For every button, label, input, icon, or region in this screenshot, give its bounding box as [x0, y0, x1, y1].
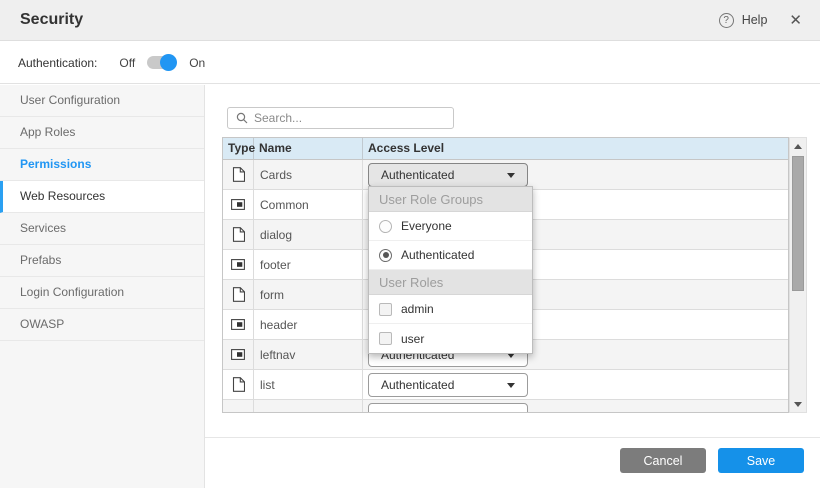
page-title: Security [20, 11, 83, 29]
resource-name: Cards [254, 160, 363, 189]
scroll-down-icon[interactable] [790, 397, 806, 411]
toggle-on-label: On [189, 56, 205, 70]
resource-name: Common [254, 190, 363, 219]
access-level-value: Authenticated [381, 168, 454, 182]
save-button[interactable]: Save [718, 448, 804, 473]
search-input[interactable] [254, 111, 453, 125]
dropdown-option-authenticated[interactable]: Authenticated [369, 241, 532, 270]
dropdown-group-header: User Role Groups [369, 187, 532, 212]
authentication-bar: Authentication: Off On [0, 42, 820, 84]
radio-icon[interactable] [379, 220, 392, 233]
footer-divider [205, 437, 820, 438]
resource-name: header [254, 310, 363, 339]
column-header-access-level: Access Level [363, 138, 788, 159]
access-level-value: Authenticated [381, 378, 454, 392]
dropdown-option-label: Authenticated [401, 248, 474, 262]
resource-name: list [254, 370, 363, 399]
dropdown-group-header: User Roles [369, 270, 532, 295]
cancel-button[interactable]: Cancel [620, 448, 706, 473]
page-icon [223, 220, 254, 249]
access-level-cell [363, 400, 788, 413]
radio-icon[interactable] [379, 249, 392, 262]
resource-name: footer [254, 250, 363, 279]
checkbox-icon[interactable] [379, 303, 392, 316]
scroll-up-icon[interactable] [790, 139, 806, 153]
dropdown-option-label: Everyone [401, 219, 452, 233]
access-level-select[interactable]: Authenticated [368, 373, 528, 397]
access-level-select[interactable] [368, 403, 528, 414]
resource-name: leftnav [254, 340, 363, 369]
table-header-row: Type Name Access Level [223, 138, 788, 160]
page-icon [223, 160, 254, 189]
sidebar-item-services[interactable]: Services [0, 213, 204, 245]
sidebar: User ConfigurationApp RolesPermissionsWe… [0, 85, 205, 488]
scrollbar-thumb[interactable] [792, 156, 804, 291]
partial-page-icon [223, 310, 254, 339]
sidebar-item-owasp[interactable]: OWASP [0, 309, 204, 341]
partial-page-icon [223, 250, 254, 279]
footer-actions: Cancel Save [205, 448, 820, 473]
toggle-knob [160, 54, 177, 71]
column-header-type: Type [223, 138, 254, 159]
dropdown-option-label: user [401, 332, 424, 346]
table-row: list Authenticated [223, 370, 788, 400]
page-icon [223, 370, 254, 399]
access-level-dropdown: User Role Groups Everyone Authenticated Use… [368, 186, 533, 354]
partial-page-icon [223, 190, 254, 219]
checkbox-icon[interactable] [379, 332, 392, 345]
sidebar-item-app-roles[interactable]: App Roles [0, 117, 204, 149]
column-header-name: Name [254, 138, 363, 159]
table-row-partial [223, 400, 788, 413]
access-level-select[interactable]: Authenticated [368, 163, 528, 187]
sidebar-item-user-configuration[interactable]: User Configuration [0, 85, 204, 117]
dropdown-option-user[interactable]: user [369, 324, 532, 353]
access-level-cell: Authenticated [363, 370, 788, 399]
help-link[interactable]: Help [742, 13, 768, 27]
table-scrollbar[interactable] [789, 137, 807, 413]
authentication-toggle[interactable] [147, 56, 175, 69]
authentication-label: Authentication: [18, 56, 97, 70]
chevron-down-icon [507, 383, 515, 388]
title-bar: Security ? Help ✕ [0, 0, 820, 41]
sidebar-item-login-configuration[interactable]: Login Configuration [0, 277, 204, 309]
close-icon[interactable]: ✕ [789, 13, 802, 28]
help-icon[interactable]: ? [719, 13, 734, 28]
dropdown-option-everyone[interactable]: Everyone [369, 212, 532, 241]
page-icon [223, 280, 254, 309]
resource-name: form [254, 280, 363, 309]
access-level-cell: Authenticated [363, 160, 788, 189]
chevron-down-icon [507, 413, 515, 414]
search-icon [236, 112, 248, 124]
security-panel: Security ? Help ✕ Authentication: Off On… [0, 0, 820, 488]
search-box [227, 107, 454, 129]
main-content: Type Name Access Level Cards Authenticate… [205, 85, 820, 488]
resource-name: dialog [254, 220, 363, 249]
toggle-off-label: Off [119, 56, 135, 70]
dropdown-option-admin[interactable]: admin [369, 295, 532, 324]
sidebar-item-permissions[interactable]: Permissions [0, 149, 204, 181]
sidebar-item-prefabs[interactable]: Prefabs [0, 245, 204, 277]
partial-page-icon [223, 340, 254, 369]
dropdown-option-label: admin [401, 302, 434, 316]
sidebar-item-web-resources[interactable]: Web Resources [0, 181, 204, 213]
chevron-down-icon [507, 173, 515, 178]
type-cell [223, 400, 254, 413]
resource-name [254, 400, 363, 413]
